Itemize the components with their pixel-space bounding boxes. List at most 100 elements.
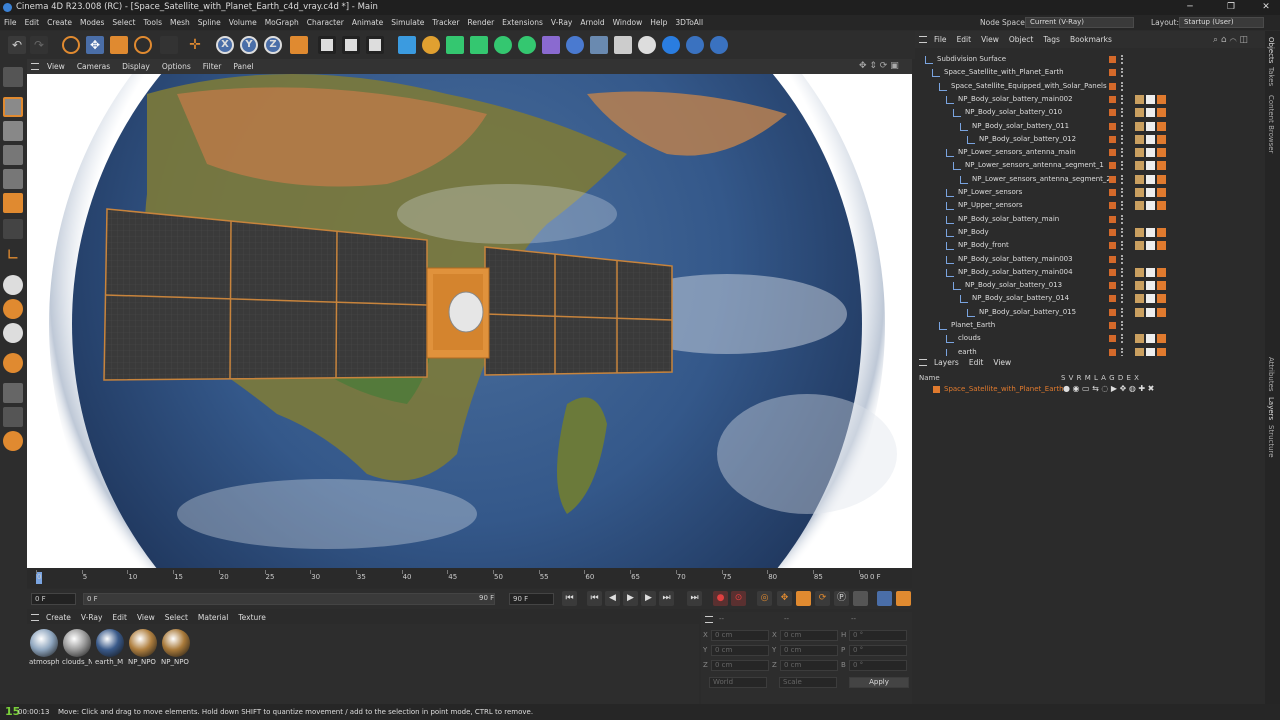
layer-color-icon[interactable] <box>1109 268 1116 276</box>
material-tag-icon[interactable] <box>1157 307 1166 317</box>
range-slider[interactable]: 0 F <box>83 593 495 605</box>
axis-mode-icon[interactable] <box>3 219 23 239</box>
layer-color-icon[interactable] <box>1109 175 1116 183</box>
layer-color-icon[interactable] <box>1109 109 1116 117</box>
object-row[interactable]: clouds <box>915 332 1255 345</box>
go-to-end-button[interactable]: ⏭ <box>687 591 702 606</box>
model-mode-icon[interactable] <box>3 97 23 117</box>
python-icon[interactable] <box>686 36 704 54</box>
mograph-icon[interactable] <box>518 36 536 54</box>
layout-select[interactable]: Startup (User) <box>1179 17 1264 28</box>
layer-row[interactable]: Space_Satellite_with_Planet_Earth ● ◉ ▭ … <box>915 384 1260 396</box>
material-tag-icon[interactable] <box>1157 108 1166 118</box>
record-keys-icon[interactable]: ● <box>713 591 728 606</box>
workspace-icon[interactable] <box>3 431 23 451</box>
material-menu-edit[interactable]: Edit <box>107 612 132 624</box>
object-menu-bookmarks[interactable]: Bookmarks <box>1065 31 1117 48</box>
layer-color-icon[interactable] <box>1109 135 1116 143</box>
pen-icon[interactable] <box>422 36 440 54</box>
object-row[interactable]: NP_Body_front <box>915 239 1255 252</box>
material-menu-select[interactable]: Select <box>160 612 193 624</box>
menu-v-ray[interactable]: V-Ray <box>547 15 576 30</box>
material-tag-icon[interactable] <box>1157 201 1166 211</box>
visibility-dots-icon[interactable] <box>1121 148 1124 158</box>
edges-mode-icon[interactable] <box>3 169 23 189</box>
position-field[interactable]: 0 cm <box>711 630 769 641</box>
object-row[interactable]: Planet_Earth <box>915 319 1255 332</box>
material-tag-icon[interactable] <box>1135 267 1144 277</box>
menu-select[interactable]: Select <box>108 15 139 30</box>
field-icon[interactable] <box>566 36 584 54</box>
layer-color-icon[interactable] <box>1109 82 1116 90</box>
layer-color-icon[interactable] <box>1109 149 1116 157</box>
visibility-dots-icon[interactable] <box>1121 321 1124 330</box>
object-row[interactable]: NP_Body_solar_battery_015 <box>915 306 1255 319</box>
tab-objects[interactable]: Objects <box>1267 37 1275 63</box>
menu-spline[interactable]: Spline <box>194 15 225 30</box>
snap-settings-icon[interactable] <box>3 299 23 319</box>
node-space-select[interactable]: Current (V-Ray) <box>1025 17 1134 28</box>
layer-color-icon[interactable] <box>1109 242 1116 250</box>
viewport-menu-options[interactable]: Options <box>156 59 197 74</box>
points-mode-icon[interactable] <box>3 145 23 165</box>
apply-button[interactable]: Apply <box>849 677 909 688</box>
material-tag-icon[interactable] <box>1146 134 1155 144</box>
live-selection-icon[interactable] <box>62 36 80 54</box>
viewport-menu-cameras[interactable]: Cameras <box>71 59 116 74</box>
material-tag-icon[interactable] <box>1135 188 1144 197</box>
material-tag-icon[interactable] <box>1146 188 1155 197</box>
viewport-menu-icon[interactable] <box>31 63 39 70</box>
material-tag-icon[interactable] <box>1135 227 1144 237</box>
layer-color-icon[interactable] <box>1109 228 1116 236</box>
close-button[interactable]: ✕ <box>1252 0 1280 15</box>
material-tag-icon[interactable] <box>1157 148 1166 158</box>
material-thumbnail[interactable]: clouds_N <box>62 628 92 672</box>
material-tag-icon[interactable] <box>1157 188 1166 197</box>
workplane-icon[interactable]: ∟ <box>3 245 23 265</box>
make-editable-icon[interactable] <box>3 67 23 87</box>
menu-file[interactable]: File <box>0 15 21 30</box>
render-settings-icon[interactable] <box>366 36 384 54</box>
python-script-icon[interactable] <box>710 36 728 54</box>
material-menu-v-ray[interactable]: V-Ray <box>76 612 107 624</box>
material-tag-icon[interactable] <box>1157 134 1166 144</box>
visibility-dots-icon[interactable] <box>1121 307 1124 317</box>
grid-icon[interactable] <box>3 383 23 403</box>
object-row[interactable]: NP_Upper_sensors <box>915 199 1255 212</box>
previous-frame-button[interactable]: ◀ <box>605 591 620 606</box>
material-tag-icon[interactable] <box>1135 201 1144 211</box>
texture-mode-icon[interactable] <box>3 121 23 141</box>
play-button[interactable]: ▶ <box>623 591 638 606</box>
rotation-field[interactable]: 0 ° <box>849 630 907 641</box>
object-menu-tags[interactable]: Tags <box>1038 31 1065 48</box>
viewport-menu-panel[interactable]: Panel <box>227 59 259 74</box>
viewport-navigation-icons[interactable]: ✥ ⇕ ⟳ ▣ <box>859 59 899 74</box>
layer-color-icon[interactable] <box>1109 255 1116 263</box>
layer-menu-view[interactable]: View <box>988 356 1016 369</box>
object-menu-icon[interactable] <box>919 36 927 43</box>
rotate-tool-icon[interactable] <box>134 36 152 54</box>
layer-flag-icons[interactable]: ● ◉ ▭ ⇆ ◌ ▶ ✥ ◍ ✚ ✖ <box>1063 384 1154 393</box>
object-menu-edit[interactable]: Edit <box>952 31 977 48</box>
material-thumbnail[interactable]: atmosph <box>29 628 59 672</box>
menu-render[interactable]: Render <box>463 15 498 30</box>
visibility-dots-icon[interactable] <box>1121 281 1124 291</box>
material-tag-icon[interactable] <box>1157 241 1166 251</box>
next-key-button[interactable]: ⏭ <box>659 591 674 606</box>
material-tag-icon[interactable] <box>1135 94 1144 104</box>
rotation-field[interactable]: 0 ° <box>849 660 907 671</box>
object-row[interactable]: NP_Body_solar_battery_012 <box>915 133 1255 146</box>
menu-edit[interactable]: Edit <box>21 15 44 30</box>
material-tag-icon[interactable] <box>1146 161 1155 171</box>
layer-color-icon[interactable] <box>1109 348 1116 356</box>
coordinate-mode-select[interactable]: World <box>709 677 767 688</box>
visibility-dots-icon[interactable] <box>1121 161 1124 171</box>
material-tag-icon[interactable] <box>1157 174 1166 184</box>
point-level-key-icon[interactable] <box>853 591 868 606</box>
menu-help[interactable]: Help <box>646 15 671 30</box>
material-tag-icon[interactable] <box>1157 94 1166 104</box>
material-tag-icon[interactable] <box>1146 281 1155 291</box>
material-tag-icon[interactable] <box>1146 227 1155 237</box>
material-tag-icon[interactable] <box>1146 121 1155 131</box>
visibility-dots-icon[interactable] <box>1121 134 1124 144</box>
